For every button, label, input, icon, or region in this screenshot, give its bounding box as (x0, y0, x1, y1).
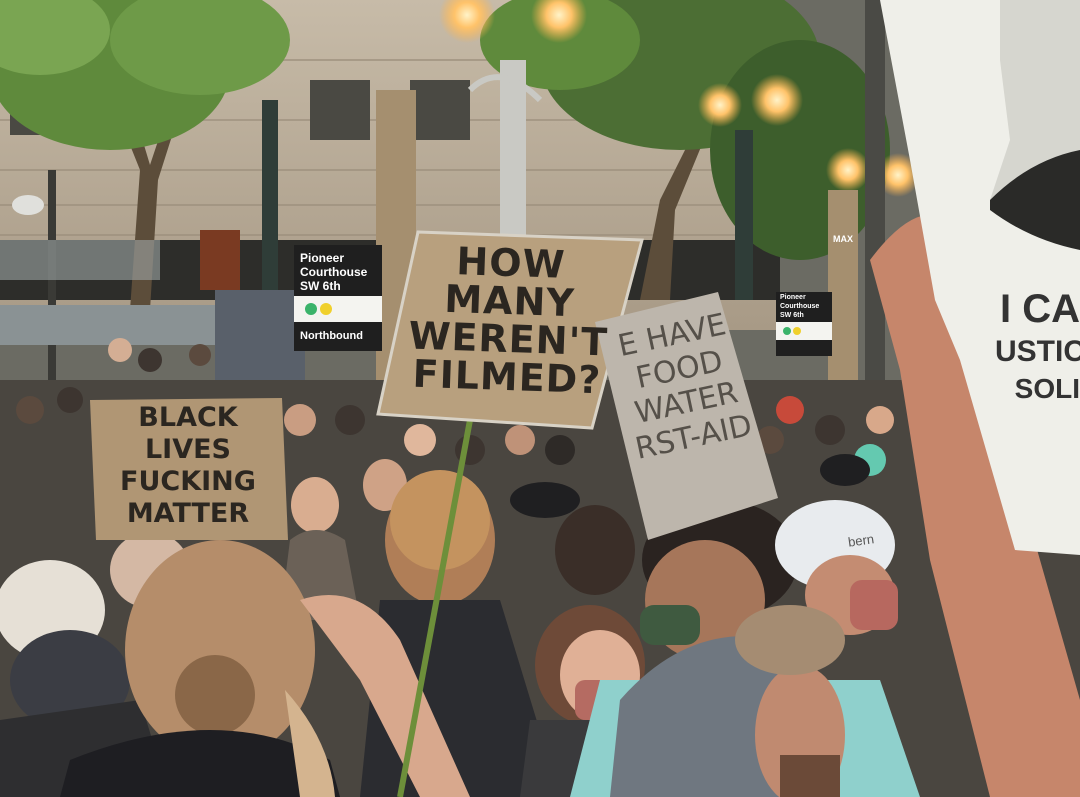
line-yellow-dot (320, 303, 332, 315)
poster-right-line1: I CA (1000, 287, 1080, 331)
sign-how-many-line1: HOW MANY (443, 239, 576, 326)
sign-black-lives-line2: LIVES (144, 433, 232, 465)
protest-photo: Pioneer Courthouse SW 6th Northbound Pio… (0, 0, 1080, 797)
poster-right-line2: USTIC (995, 335, 1080, 368)
sign-black-lives-line1: BLACK (138, 402, 238, 433)
lamp-post-right (735, 130, 753, 300)
max-sign: MAX (833, 234, 853, 244)
boarded-door (200, 230, 240, 290)
lamp-post-left (262, 100, 278, 300)
street-sign-right-line2: Courthouse (780, 303, 820, 310)
street-sign-left-line1: Pioneer (300, 251, 345, 265)
building-window (410, 80, 470, 140)
sign-black-lives-line3: FUCKING (120, 465, 256, 497)
street-sign-left-line2: Courthouse (300, 265, 368, 279)
utility-pole (865, 0, 885, 390)
poster-right-line3: SOLI (1014, 373, 1080, 404)
street-sign-left-line3: SW 6th (300, 279, 341, 293)
sign-black-lives-line4: MATTER (126, 497, 250, 529)
street-sign-right-line3: SW 6th (780, 312, 804, 319)
street-sign-right: Pioneer Courthouse SW 6th (780, 293, 832, 320)
kiosk (215, 290, 305, 390)
signpost-wood-right (828, 190, 858, 390)
lamp-globe (826, 148, 870, 192)
sign-black-lives: BLACK LIVES FUCKING MATTER (92, 402, 284, 529)
street-sign-left: Pioneer Courthouse SW 6th (300, 251, 380, 293)
street-sign-right-line1: Pioneer (780, 294, 806, 301)
line-green-dot (305, 303, 317, 315)
lamp-globe (698, 83, 742, 127)
shelter-roof (0, 240, 160, 280)
poster-right-text: I CA USTIC SOLI (995, 285, 1080, 407)
lamp-globe (751, 74, 803, 126)
building-window (310, 80, 370, 140)
security-camera (12, 195, 44, 215)
street-sign-left-direction: Northbound (300, 330, 363, 342)
